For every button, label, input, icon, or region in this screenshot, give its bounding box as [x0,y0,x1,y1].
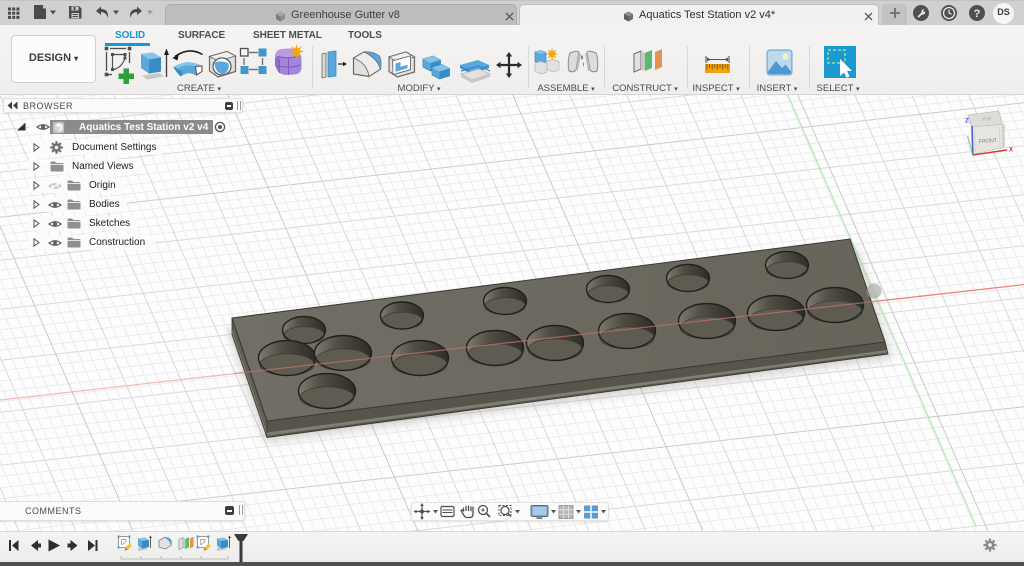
svg-text:TOP: TOP [982,116,991,122]
svg-text:?: ? [974,8,981,20]
svg-text:Z: Z [965,118,969,125]
svg-text:X: X [1009,147,1014,154]
